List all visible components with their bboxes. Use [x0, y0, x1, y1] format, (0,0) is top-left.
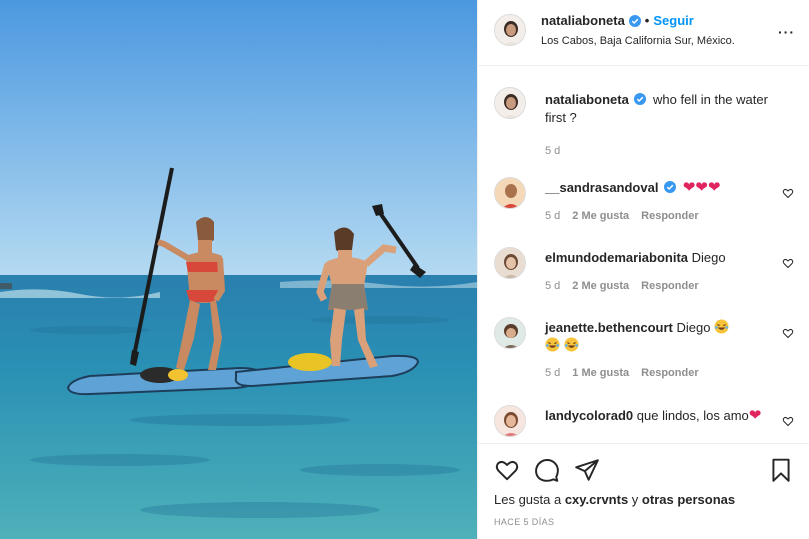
comments-list[interactable]: nataliaboneta who fell in the water firs…	[478, 67, 809, 443]
comment-item: __sandrasandoval ❤❤❤ 5 d 2 Me gusta Resp…	[494, 177, 794, 237]
avatar-image	[495, 248, 525, 278]
post-time-ago[interactable]: HACE 5 DÍAS	[494, 517, 554, 527]
reply-button[interactable]: Responder	[641, 367, 698, 379]
laughing-emoji-icon	[564, 337, 579, 352]
separator-dot: •	[644, 13, 650, 28]
avatar[interactable]	[494, 177, 526, 209]
comment-username[interactable]: jeanette.bethencourt	[545, 320, 673, 335]
caption-meta: 5 d	[545, 145, 560, 157]
like-comment-heart-icon[interactable]	[782, 415, 794, 427]
avatar[interactable]	[494, 405, 526, 437]
like-comment-heart-icon[interactable]	[782, 187, 794, 199]
likes-others-link[interactable]: otras personas	[642, 492, 735, 507]
comment-item: landycolorad0 que lindos, los amo❤	[494, 405, 794, 443]
post-header: nataliaboneta • Seguir Los Cabos, Baja C…	[478, 0, 809, 66]
location-link[interactable]: Los Cabos, Baja California Sur, México.	[541, 35, 735, 47]
caption-text: nataliaboneta who fell in the water firs…	[545, 91, 790, 127]
likes-user-link[interactable]: cxy.crvnts	[565, 492, 628, 507]
post-actions: Les gusta a cxy.crvnts y otras personas …	[478, 443, 809, 539]
heart-emoji: ❤❤❤	[682, 179, 721, 196]
comment-meta: 5 d 2 Me gusta Responder	[545, 280, 699, 292]
avatar-image	[495, 406, 525, 436]
reply-button[interactable]: Responder	[641, 280, 698, 292]
comment-item: elmundodemariabonita Diego 5 d 2 Me gust…	[494, 247, 794, 307]
avatar[interactable]	[494, 317, 526, 349]
caption-time[interactable]: 5 d	[545, 145, 560, 157]
avatar-image	[495, 15, 525, 45]
header-username-row: nataliaboneta • Seguir	[541, 13, 694, 28]
likes-mid: y	[628, 492, 642, 507]
comment-time[interactable]: 5 d	[545, 210, 560, 222]
comment-username[interactable]: landycolorad0	[545, 408, 633, 423]
save-bookmark-icon[interactable]	[768, 457, 794, 483]
comment-body: Diego	[691, 250, 726, 265]
comment-time[interactable]: 5 d	[545, 367, 560, 379]
comment-username[interactable]: elmundodemariabonita	[545, 250, 688, 265]
comment-text: __sandrasandoval ❤❤❤	[545, 179, 790, 197]
like-comment-heart-icon[interactable]	[782, 257, 794, 269]
laughing-emoji-icon	[545, 337, 560, 352]
comment-likes[interactable]: 2 Me gusta	[572, 280, 629, 292]
comment-text: jeanette.bethencourt Diego	[545, 319, 790, 355]
header-username[interactable]: nataliaboneta	[541, 13, 625, 28]
comment-item: jeanette.bethencourt Diego 5 d 1 Me gust…	[494, 317, 794, 397]
comment-text: landycolorad0 que lindos, los amo❤	[545, 407, 790, 425]
comment-meta: 5 d 2 Me gusta Responder	[545, 210, 699, 222]
comment-likes[interactable]: 2 Me gusta	[572, 210, 629, 222]
verified-badge-icon	[634, 93, 647, 105]
avatar-image	[495, 178, 525, 208]
avatar[interactable]	[494, 247, 526, 279]
comment-body: que lindos, los amo	[636, 408, 749, 423]
verified-badge-icon	[664, 181, 677, 193]
caption-username[interactable]: nataliaboneta	[545, 92, 629, 107]
comment-body: Diego	[676, 320, 711, 335]
comment-username[interactable]: __sandrasandoval	[545, 180, 658, 195]
more-options-icon[interactable]: ···	[778, 24, 795, 40]
post-photo[interactable]	[0, 0, 477, 539]
comment-text: elmundodemariabonita Diego	[545, 249, 790, 267]
avatar-image	[495, 88, 525, 118]
reply-button[interactable]: Responder	[641, 210, 698, 222]
comment-meta: 5 d 1 Me gusta Responder	[545, 367, 699, 379]
post-sidebar: nataliaboneta • Seguir Los Cabos, Baja C…	[477, 0, 809, 539]
heart-emoji: ❤	[748, 407, 762, 424]
paddleboard-photo	[0, 0, 477, 539]
comment-bubble-icon[interactable]	[534, 457, 560, 483]
follow-button[interactable]: Seguir	[653, 13, 693, 28]
likes-summary: Les gusta a cxy.crvnts y otras personas	[494, 492, 735, 507]
like-comment-heart-icon[interactable]	[782, 327, 794, 339]
like-heart-icon[interactable]	[494, 457, 520, 483]
comment-time[interactable]: 5 d	[545, 280, 560, 292]
avatar[interactable]	[494, 87, 526, 119]
likes-prefix: Les gusta a	[494, 492, 565, 507]
comment-likes[interactable]: 1 Me gusta	[572, 367, 629, 379]
verified-badge-icon	[628, 14, 641, 27]
share-paperplane-icon[interactable]	[574, 457, 600, 483]
avatar[interactable]	[494, 14, 526, 46]
avatar-image	[495, 318, 525, 348]
instagram-post: nataliaboneta • Seguir Los Cabos, Baja C…	[0, 0, 809, 539]
laughing-emoji-icon	[714, 319, 729, 334]
